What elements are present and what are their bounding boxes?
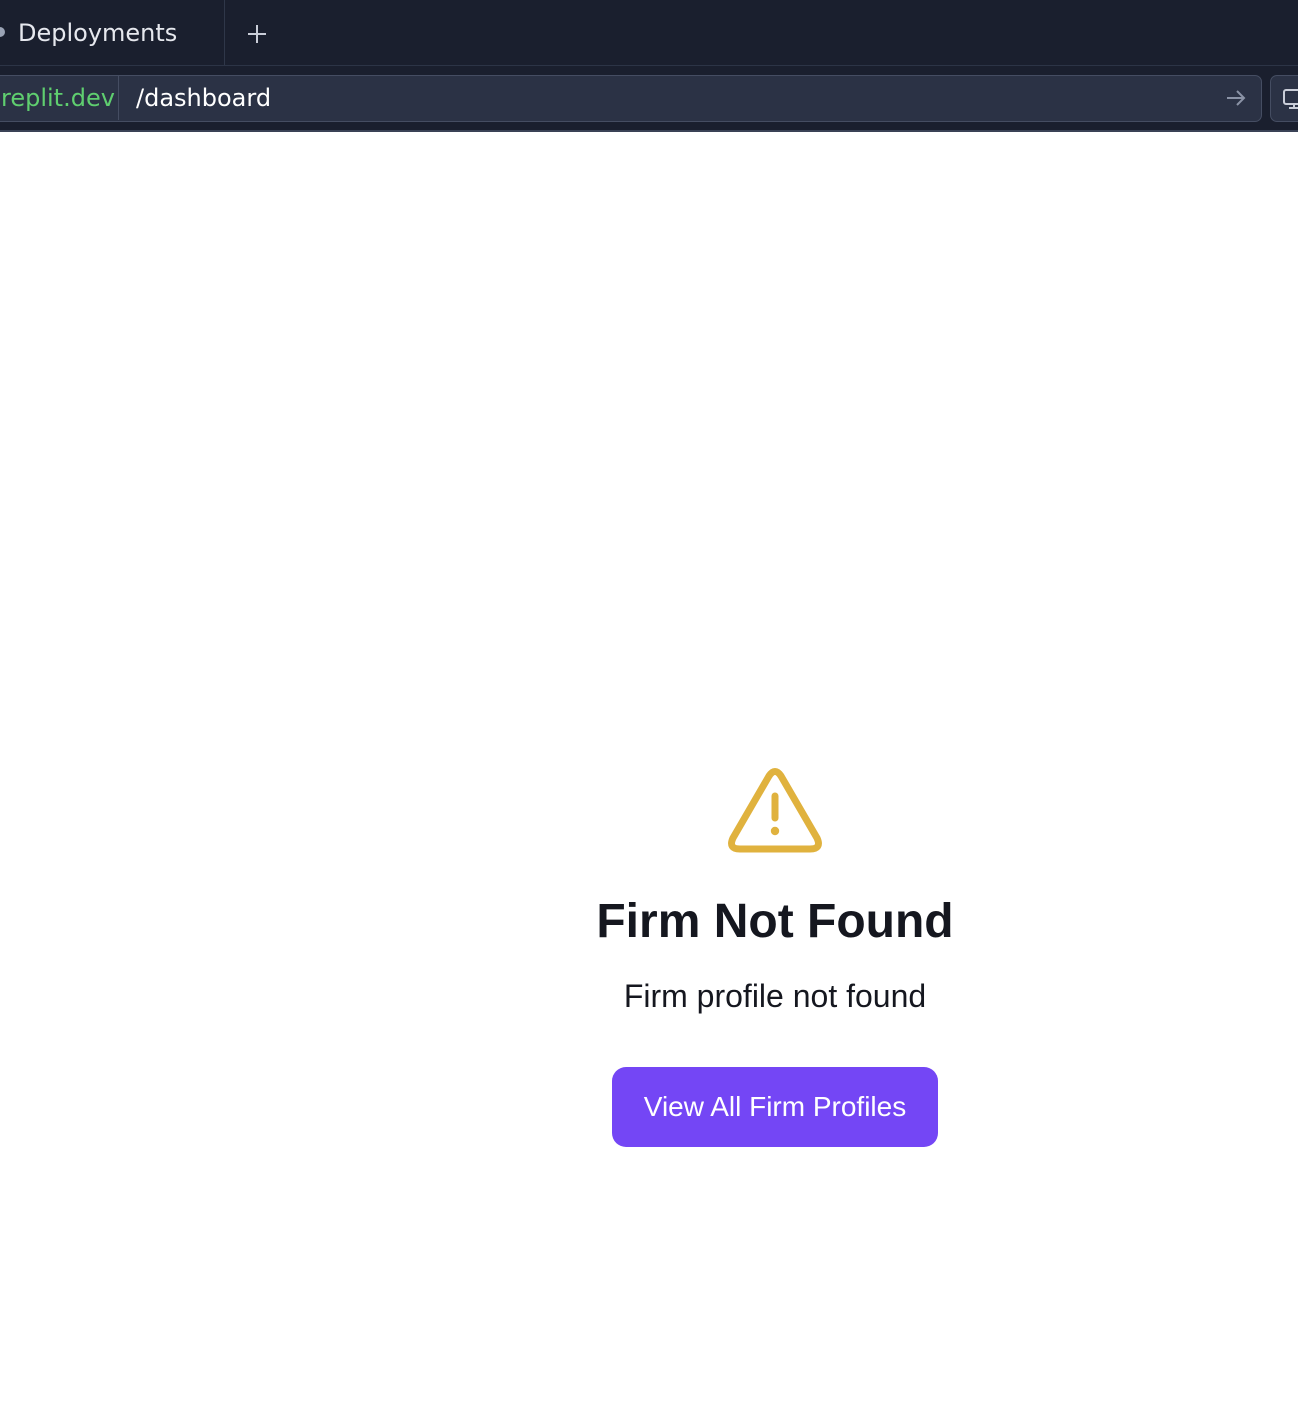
view-all-firm-profiles-button[interactable]: View All Firm Profiles bbox=[612, 1067, 938, 1147]
page-content: Firm Not Found Firm profile not found Vi… bbox=[0, 132, 1298, 1412]
address-bar[interactable]: replit.dev /dashboard bbox=[0, 75, 1262, 122]
url-domain[interactable]: replit.dev bbox=[1, 76, 119, 120]
warning-triangle-icon bbox=[728, 768, 822, 853]
tab-deployments[interactable]: Deployments bbox=[0, 0, 225, 65]
url-path-input[interactable]: /dashboard bbox=[136, 76, 271, 120]
device-preview-button[interactable] bbox=[1270, 75, 1298, 122]
address-bar-row: replit.dev /dashboard bbox=[0, 66, 1298, 132]
tab-label: Deployments bbox=[18, 19, 178, 47]
new-tab-button[interactable] bbox=[240, 17, 274, 51]
arrow-right-icon[interactable] bbox=[1223, 85, 1249, 111]
monitor-icon bbox=[1283, 89, 1298, 109]
error-message: Firm profile not found bbox=[623, 978, 927, 1014]
browser-tab-bar: Deployments bbox=[0, 0, 1298, 66]
page-title: Firm Not Found bbox=[596, 895, 954, 948]
tab-dot-icon bbox=[0, 27, 5, 37]
plus-icon bbox=[248, 25, 266, 43]
